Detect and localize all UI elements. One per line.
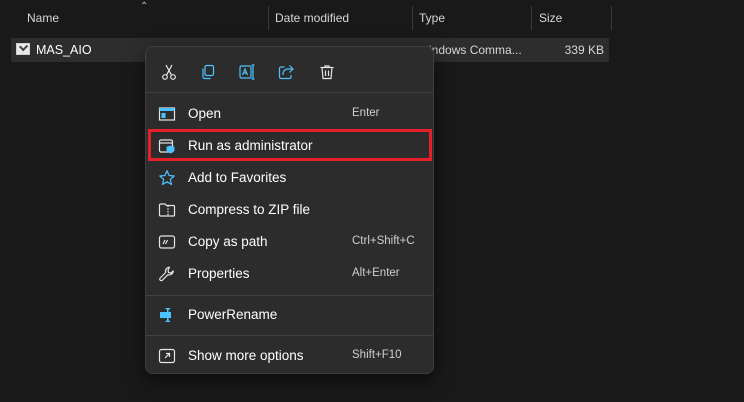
menu-item-label: Run as administrator <box>188 138 313 153</box>
batch-file-icon <box>16 43 30 55</box>
column-size[interactable]: Size <box>539 11 562 25</box>
menu-item-shortcut: Enter <box>352 107 380 119</box>
menu-item-add-to-favorites[interactable]: Add to Favorites <box>150 163 429 193</box>
menu-item-label: PowerRename <box>188 307 278 322</box>
menu-item-shortcut: Alt+Enter <box>352 267 400 279</box>
file-size: 339 KB <box>564 43 604 57</box>
menu-item-label: Show more options <box>188 348 304 363</box>
column-divider[interactable] <box>531 6 532 30</box>
column-divider[interactable] <box>611 6 612 30</box>
menu-item-show-more-options[interactable]: Show more options Shift+F10 <box>150 341 429 371</box>
sort-ascending-icon: ⌃ <box>140 1 149 12</box>
column-divider[interactable] <box>268 6 269 30</box>
menu-item-shortcut: Shift+F10 <box>352 349 402 361</box>
delete-icon <box>320 65 334 80</box>
column-divider[interactable] <box>412 6 413 30</box>
file-type: indows Comma... <box>429 43 522 57</box>
admin-shield-icon <box>158 139 175 154</box>
show-more-options-icon <box>158 348 176 364</box>
copy-icon <box>202 64 215 80</box>
menu-item-label: Copy as path <box>188 234 268 249</box>
menu-item-label: Properties <box>188 266 250 281</box>
menu-item-powerrename[interactable]: PowerRename <box>150 300 429 330</box>
menu-item-copy-as-path[interactable]: Copy as path Ctrl+Shift+C <box>150 227 429 257</box>
cut-icon <box>162 64 176 80</box>
menu-item-properties[interactable]: Properties Alt+Enter <box>150 259 429 289</box>
menu-item-shortcut: Ctrl+Shift+C <box>352 235 415 247</box>
share-icon <box>278 65 294 80</box>
menu-item-label: Compress to ZIP file <box>188 202 311 217</box>
menu-separator <box>146 335 433 336</box>
zip-folder-icon <box>158 203 176 217</box>
rename-button[interactable] <box>232 57 262 87</box>
column-type[interactable]: Type <box>419 11 445 25</box>
copy-button[interactable] <box>193 57 223 87</box>
menu-separator <box>146 295 433 296</box>
context-menu: Open Enter Run as administrator Add to F… <box>145 46 434 374</box>
powerrename-icon <box>160 308 171 322</box>
file-name: MAS_AIO <box>36 43 92 57</box>
menu-separator <box>146 92 433 93</box>
open-app-icon <box>158 107 176 121</box>
menu-item-compress-to-zip[interactable]: Compress to ZIP file <box>150 195 429 225</box>
copy-path-icon <box>158 235 176 249</box>
column-header: ⌃ Name Date modified Type Size <box>0 0 744 37</box>
star-icon <box>159 170 175 186</box>
menu-item-run-as-administrator[interactable]: Run as administrator <box>150 131 429 161</box>
quick-actions-bar <box>146 57 433 87</box>
column-date-modified[interactable]: Date modified <box>275 11 349 25</box>
cut-button[interactable] <box>154 57 184 87</box>
delete-button[interactable] <box>312 57 342 87</box>
column-name[interactable]: Name <box>27 11 59 25</box>
rename-icon <box>239 64 255 80</box>
menu-item-label: Add to Favorites <box>188 170 287 185</box>
menu-item-open[interactable]: Open Enter <box>150 99 429 129</box>
wrench-icon <box>159 266 174 282</box>
menu-item-label: Open <box>188 106 222 121</box>
share-button[interactable] <box>271 57 301 87</box>
